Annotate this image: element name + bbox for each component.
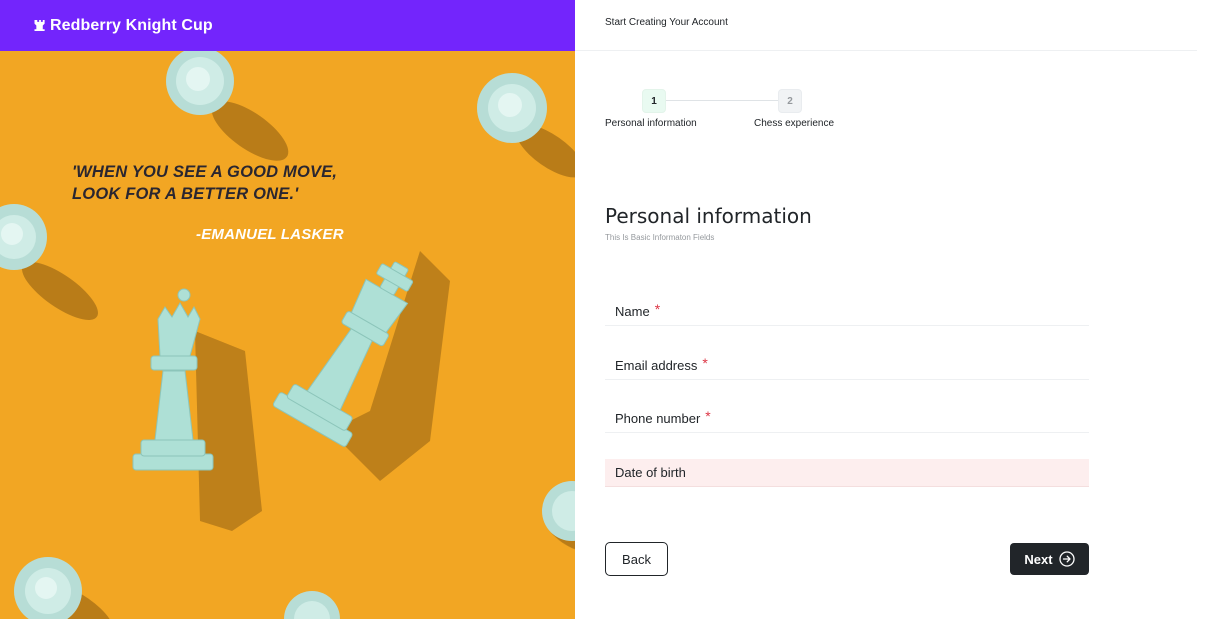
chess-pieces-illustration xyxy=(0,51,575,619)
left-panel: Redberry Knight Cup 'WHEN YOU SEE A GOOD… xyxy=(0,0,575,619)
required-asterisk: * xyxy=(654,300,661,317)
quote-author: -EMANUEL LASKER xyxy=(196,226,344,243)
quote-line-2: LOOK FOR A BETTER ONE.' xyxy=(72,185,299,203)
required-asterisk: * xyxy=(705,407,711,424)
stepper-connector xyxy=(666,100,781,101)
hero-image: 'WHEN YOU SEE A GOOD MOVE, LOOK FOR A BE… xyxy=(0,51,575,619)
name-field-label: Name xyxy=(615,304,650,319)
brand-bar: Redberry Knight Cup xyxy=(0,0,575,51)
brand-title[interactable]: Redberry Knight Cup xyxy=(50,17,213,35)
arrow-right-circle-icon xyxy=(1058,551,1075,567)
quote-line-1: 'WHEN YOU SEE A GOOD MOVE, xyxy=(72,163,338,181)
registration-stepper: 1 2 Personal information Chess experienc… xyxy=(605,89,865,134)
quote-text: 'WHEN YOU SEE A GOOD MOVE, LOOK FOR A BE… xyxy=(72,161,337,205)
header-divider xyxy=(575,50,1197,51)
date-of-birth-field[interactable]: Date of birth xyxy=(605,459,1089,487)
right-panel: Start Creating Your Account 1 2 Personal… xyxy=(575,0,1210,619)
email-field-label: Email address xyxy=(615,358,698,373)
next-button-label: Next xyxy=(1024,551,1053,567)
step-2-indicator[interactable]: 2 xyxy=(778,89,802,113)
phone-field-label: Phone number xyxy=(615,411,701,426)
required-asterisk: * xyxy=(702,354,708,371)
page-header-title: Start Creating Your Account xyxy=(605,17,728,28)
phone-field[interactable]: Phone number * xyxy=(605,405,1089,433)
email-field[interactable]: Email address * xyxy=(605,352,1089,380)
name-field[interactable]: Name * xyxy=(605,298,1089,326)
date-of-birth-field-label: Date of birth xyxy=(615,465,686,480)
back-button[interactable]: Back xyxy=(605,542,668,576)
step-2-label: Chess experience xyxy=(754,118,835,129)
step-1-indicator[interactable]: 1 xyxy=(642,89,666,113)
form-subtitle: This Is Basic Informaton Fields xyxy=(605,233,715,242)
chess-rook-icon xyxy=(34,19,46,33)
form-title: Personal information xyxy=(605,204,812,228)
next-button[interactable]: Next xyxy=(1010,543,1089,575)
step-1-label: Personal information xyxy=(605,118,697,129)
